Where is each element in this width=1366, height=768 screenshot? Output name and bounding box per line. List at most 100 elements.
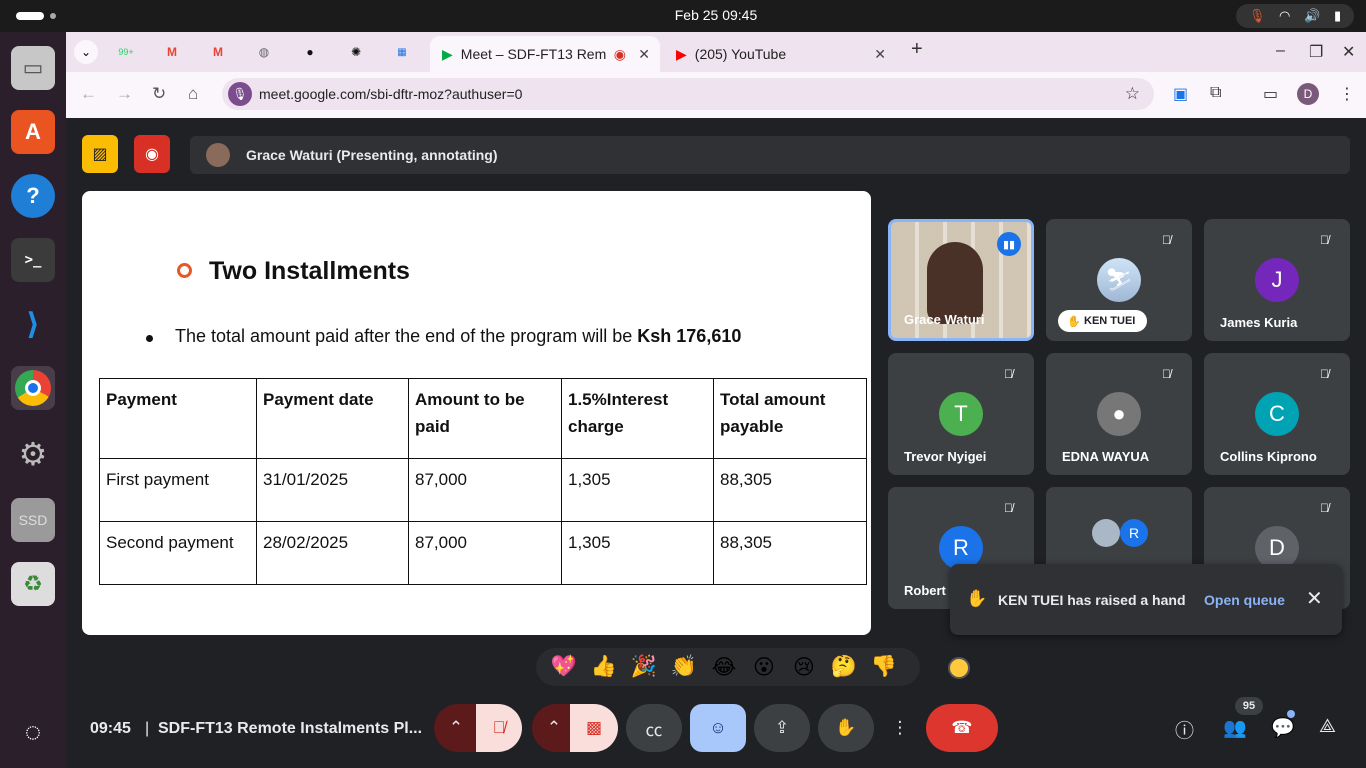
tab-search-icon[interactable]: ⌄ — [74, 40, 98, 64]
terminal-icon[interactable]: >_ — [11, 238, 55, 282]
present-screen-button[interactable]: ⇪ — [754, 704, 810, 752]
dot-bullet-icon — [146, 335, 153, 342]
participant-avatar: J — [1255, 258, 1299, 302]
close-notification-icon[interactable]: ✕ — [1306, 586, 1323, 611]
close-window-icon[interactable]: ✕ — [1342, 42, 1355, 62]
more-options-button[interactable]: ⋮ — [882, 704, 918, 752]
reaction-sparkling-heart[interactable]: 💖 — [544, 655, 584, 679]
pinned-tab-gmail-1[interactable]: M — [160, 40, 184, 64]
participant-tile-james[interactable]: 🎙̸ J James Kuria — [1204, 219, 1350, 341]
presenter-name: Grace Waturi (Presenting, annotating) — [246, 147, 498, 163]
participant-tile-ken[interactable]: 🎙̸ ⛷ ✋ KEN TUEI — [1046, 219, 1192, 341]
pinned-tab-whatsapp[interactable]: 99+ — [114, 40, 138, 64]
emoji-reactions-button[interactable]: ☺ — [690, 704, 746, 752]
time-separator: | — [145, 720, 150, 737]
reload-icon[interactable]: ↻ — [152, 84, 166, 104]
participant-tile-collins[interactable]: 🎙̸ C Collins Kiprono — [1204, 353, 1350, 475]
mic-in-use-icon[interactable]: 🎙 — [228, 82, 252, 106]
meeting-details-icon[interactable]: ⓘ — [1175, 716, 1194, 743]
pinned-tab-github[interactable]: ● — [298, 40, 322, 64]
microphone-off-button[interactable]: 🎙̸ — [476, 704, 522, 752]
minimize-icon[interactable]: – — [1276, 42, 1285, 60]
cast-icon[interactable]: ▭ — [1263, 84, 1278, 104]
open-queue-link[interactable]: Open queue — [1204, 592, 1285, 608]
maximize-icon[interactable]: ❐ — [1309, 42, 1323, 62]
mic-icon: 🎙 — [1248, 8, 1266, 23]
reaction-bar: 💖 👍 🎉 👏 😂 😮 😢 🤔 👎 — [536, 648, 970, 686]
slide-heading: Two Installments — [209, 257, 410, 285]
system-tray[interactable]: 🎙 ◠ 🔊 ▮ — [1236, 4, 1354, 28]
leave-call-button[interactable]: ☎ — [926, 704, 998, 752]
table-cell: First payment — [99, 458, 257, 522]
pinned-tab-globe[interactable]: ◍ — [252, 40, 276, 64]
browser-toolbar: ← → ↻ ⌂ 🎙 meet.google.com/sbi-dftr-moz?a… — [66, 72, 1366, 118]
no-video-display-icon[interactable]: ▨ — [82, 135, 118, 173]
tab-meet[interactable]: ▶ Meet – SDF-FT13 Rem ◉ ✕ — [430, 36, 660, 72]
reaction-thumbs-up[interactable]: 👍 — [584, 655, 624, 679]
translate-extension-icon[interactable]: ▣ — [1173, 84, 1188, 104]
table-row: Second payment 28/02/2025 87,000 1,305 8… — [99, 521, 867, 585]
participant-tile-edna[interactable]: 🎙̸ ● EDNA WAYUA — [1046, 353, 1192, 475]
show-apps-icon[interactable]: ◌ — [11, 710, 55, 754]
profile-avatar[interactable]: D — [1297, 83, 1319, 105]
pinned-tab-gmail-2[interactable]: M — [206, 40, 230, 64]
bookmark-star-icon[interactable]: ☆ — [1125, 84, 1140, 104]
home-icon[interactable]: ⌂ — [188, 84, 198, 104]
captions-button[interactable]: ㏄ — [626, 704, 682, 752]
chat-unread-dot — [1287, 710, 1295, 718]
close-tab-icon[interactable]: ✕ — [874, 46, 886, 63]
recording-indicator-icon: ◉ — [613, 45, 626, 62]
participant-avatar: ● — [1097, 392, 1141, 436]
notification-message: KEN TUEI has raised a hand — [998, 592, 1186, 608]
new-tab-icon[interactable]: + — [911, 38, 923, 61]
reaction-thinking[interactable]: 🤔 — [824, 655, 864, 679]
table-cell: 87,000 — [408, 521, 562, 585]
settings-icon[interactable]: ⚙ — [11, 432, 55, 476]
menu-kebab-icon[interactable]: ⋮ — [1339, 84, 1355, 104]
chrome-icon[interactable] — [11, 366, 55, 410]
vscode-icon[interactable]: ⟩ — [11, 302, 55, 346]
reaction-party-popper[interactable]: 🎉 — [624, 655, 664, 679]
close-tab-icon[interactable]: ✕ — [638, 46, 650, 63]
pinned-tab-chatgpt[interactable]: ✺ — [344, 40, 368, 64]
recording-button[interactable]: ◉ — [134, 135, 170, 173]
header-interest: 1.5%Interest charge — [561, 378, 714, 459]
raise-hand-button[interactable]: ✋ — [818, 704, 874, 752]
presenter-banner: Grace Waturi (Presenting, annotating) — [190, 136, 1350, 174]
mic-muted-icon: 🎙̸ — [1320, 233, 1329, 247]
pinned-tab-calendar[interactable]: ▦ — [390, 40, 414, 64]
system-clock[interactable]: Feb 25 09:45 — [0, 7, 1366, 23]
mic-muted-icon: 🎙̸ — [1004, 501, 1013, 515]
application-dock: ▭ A ? >_ ⟩ ⚙ SSD ♻ ◌ — [0, 32, 66, 768]
participant-avatar — [1092, 519, 1120, 547]
trash-icon[interactable]: ♻ — [11, 562, 55, 606]
reaction-clapping[interactable]: 👏 — [664, 655, 704, 679]
reaction-thumbs-down[interactable]: 👎 — [864, 655, 904, 679]
camera-off-button[interactable]: ▩ — [570, 704, 618, 752]
table-cell: 87,000 — [408, 458, 562, 522]
reaction-surprised[interactable]: 😮 — [744, 655, 784, 680]
activities-icon[interactable]: ⟁ — [1319, 716, 1336, 738]
audio-options-button[interactable]: ⌃ — [434, 704, 478, 752]
help-icon[interactable]: ? — [11, 174, 55, 218]
tab-youtube[interactable]: ▶ (205) YouTube ✕ — [664, 36, 896, 72]
extensions-icon[interactable]: ⧉ — [1210, 84, 1221, 102]
back-icon[interactable]: ← — [80, 84, 97, 104]
files-icon[interactable]: ▭ — [11, 46, 55, 90]
participant-tile-grace[interactable]: ▮▮ Grace Waturi — [888, 219, 1034, 341]
skin-tone-picker[interactable] — [948, 657, 970, 679]
mic-muted-icon: 🎙̸ — [1320, 367, 1329, 381]
reaction-crying[interactable]: 😢 — [784, 655, 824, 680]
forward-icon[interactable]: → — [116, 84, 133, 104]
participant-tile-trevor[interactable]: 🎙̸ T Trevor Nyigei — [888, 353, 1034, 475]
chat-icon[interactable]: 💬 — [1271, 716, 1295, 740]
speaking-indicator-icon: ▮▮ — [997, 232, 1021, 256]
participant-avatar: T — [939, 392, 983, 436]
people-icon[interactable]: 👥 — [1223, 716, 1247, 740]
ssd-drive-icon[interactable]: SSD — [11, 498, 55, 542]
meeting-time: 09:45 — [90, 720, 131, 737]
address-bar[interactable]: 🎙 meet.google.com/sbi-dftr-moz?authuser=… — [222, 78, 1154, 110]
reaction-laughing[interactable]: 😂 — [704, 655, 744, 680]
hand-icon: ✋ — [966, 589, 988, 608]
app-center-icon[interactable]: A — [11, 110, 55, 154]
